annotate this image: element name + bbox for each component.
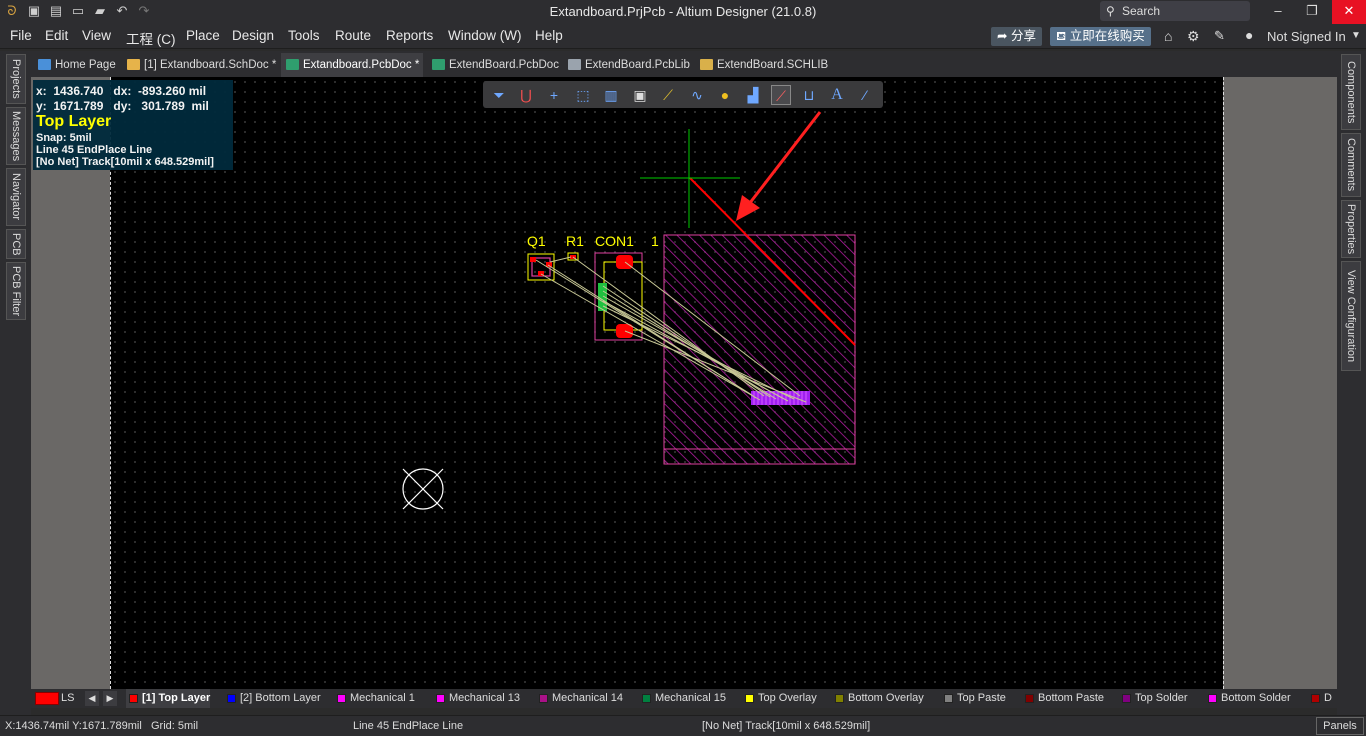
place-component-chip-icon[interactable]: ▣ [630, 85, 650, 105]
interactive-routing-icon[interactable]: ⟋ [658, 85, 678, 105]
designator-con1[interactable]: CON1 [595, 233, 634, 249]
designator-1[interactable]: 1 [651, 233, 659, 249]
q1-pad-1[interactable] [530, 257, 536, 262]
layer-swatch [1122, 694, 1131, 703]
layer-label: Mechanical 15 [655, 692, 726, 704]
hud-y-coordinates: y: 1671.789 dy: 301.789 mil [36, 99, 209, 113]
con1-silkscreen [603, 261, 643, 331]
layer-tab-bottom-layer[interactable]: [2] Bottom Layer [224, 689, 321, 708]
layer-tab-mechanical-14[interactable]: Mechanical 14 [536, 689, 623, 708]
layer-label: Top Paste [957, 692, 1006, 704]
place-dimension-icon[interactable]: ⊔ [799, 85, 819, 105]
tuning-icon[interactable]: ∿ [687, 85, 707, 105]
status-grid: Grid: 5mil [151, 720, 199, 732]
layer-tab-bar: LS ◀ ▶ [1] Top Layer [2] Bottom Layer Me… [31, 689, 1337, 708]
layer-set-button[interactable]: LS [61, 692, 74, 704]
status-bar: X:1436.74mil Y:1671.789mil Grid: 5mil Li… [0, 715, 1366, 736]
layer-scroll-left-icon[interactable]: ◀ [85, 691, 99, 706]
layer-scroll-right-icon[interactable]: ▶ [103, 691, 117, 706]
layer-tab-top-paste[interactable]: Top Paste [941, 689, 1006, 708]
status-object: [No Net] Track[10mil x 648.529mil] [702, 720, 871, 732]
layer-label: Bottom Paste [1038, 692, 1105, 704]
status-action: Line 45 EndPlace Line [353, 720, 464, 732]
hud-object: [No Net] Track[10mil x 648.529mil] [36, 156, 214, 168]
layer-swatch [835, 694, 844, 703]
designator-r1[interactable]: R1 [566, 233, 584, 249]
annotation-arrow-icon [736, 111, 822, 221]
layer-swatch [745, 694, 754, 703]
place-track-icon[interactable]: ⁄ [855, 85, 875, 105]
layer-tab-mechanical-15[interactable]: Mechanical 15 [639, 689, 726, 708]
con1-mount-pad-top[interactable] [616, 255, 633, 269]
filter-icon[interactable]: ⏷ [489, 85, 509, 105]
layer-swatch [642, 694, 651, 703]
layer-swatch [1208, 694, 1217, 703]
layer-label: Mechanical 13 [449, 692, 520, 704]
layer-label: [1] Top Layer [142, 692, 211, 704]
layer-swatch [539, 694, 548, 703]
layer-swatch [1311, 694, 1320, 703]
layer-label: D [1324, 692, 1332, 704]
layer-label: Bottom Overlay [848, 692, 924, 704]
snap-magnet-icon[interactable]: ⋃ [516, 85, 536, 105]
layer-swatch [227, 694, 236, 703]
active-bar-toolbar: ⏷ ⋃ + ⬚ ▥ ▣ ⟋ ∿ ● ▟ ⟋ ⊔ A ⁄ [483, 81, 883, 108]
status-coordinates: X:1436.74mil Y:1671.789mil [5, 720, 142, 732]
layer-label: Top Solder [1135, 692, 1188, 704]
place-component-icon[interactable]: + [544, 85, 564, 105]
hud-action: Line 45 EndPlace Line [36, 144, 153, 156]
place-string-icon[interactable]: A [827, 85, 847, 105]
layer-tab-bottom-paste[interactable]: Bottom Paste [1022, 689, 1104, 708]
layer-swatch [1025, 694, 1034, 703]
align-icon[interactable]: ▥ [601, 85, 621, 105]
layer-tab-top-layer[interactable]: [1] Top Layer [126, 689, 211, 708]
origin-marker-icon [402, 468, 444, 510]
layer-swatch [436, 694, 445, 703]
layer-label: Bottom Solder [1221, 692, 1291, 704]
layer-swatch [129, 694, 138, 703]
hud-snap: Snap: 5mil [36, 132, 92, 144]
hud-x-coordinates: x: 1436.740 dx: -893.260 mil [36, 84, 207, 98]
layer-swatch [337, 694, 346, 703]
layer-tab-top-solder[interactable]: Top Solder [1119, 689, 1188, 708]
layer-tab-mechanical-1[interactable]: Mechanical 1 [334, 689, 415, 708]
layer-swatch [944, 694, 953, 703]
layer-tab-mechanical-13[interactable]: Mechanical 13 [433, 689, 520, 708]
layer-tab-bottom-overlay[interactable]: Bottom Overlay [832, 689, 924, 708]
designator-q1[interactable]: Q1 [527, 233, 546, 249]
heads-up-display: x: 1436.740 dx: -893.260 mil y: 1671.789… [33, 80, 233, 170]
place-fill-icon[interactable]: ▟ [743, 85, 763, 105]
layer-tab-bottom-solder[interactable]: Bottom Solder [1205, 689, 1291, 708]
panels-button[interactable]: Panels [1316, 717, 1364, 735]
layer-label: Mechanical 1 [350, 692, 415, 704]
layer-label: Top Overlay [758, 692, 817, 704]
place-line-icon[interactable]: ⟋ [771, 85, 791, 105]
place-via-icon[interactable]: ● [715, 85, 735, 105]
layer-tab-top-overlay[interactable]: Top Overlay [742, 689, 817, 708]
layer-label: [2] Bottom Layer [240, 692, 321, 704]
layer-tab-d[interactable]: D [1308, 689, 1332, 708]
select-rectangle-icon[interactable]: ⬚ [573, 85, 593, 105]
layer-label: Mechanical 14 [552, 692, 623, 704]
hud-current-layer: Top Layer [36, 113, 112, 130]
con1-mount-pad-bottom[interactable] [616, 324, 633, 338]
current-layer-swatch[interactable] [35, 692, 59, 705]
